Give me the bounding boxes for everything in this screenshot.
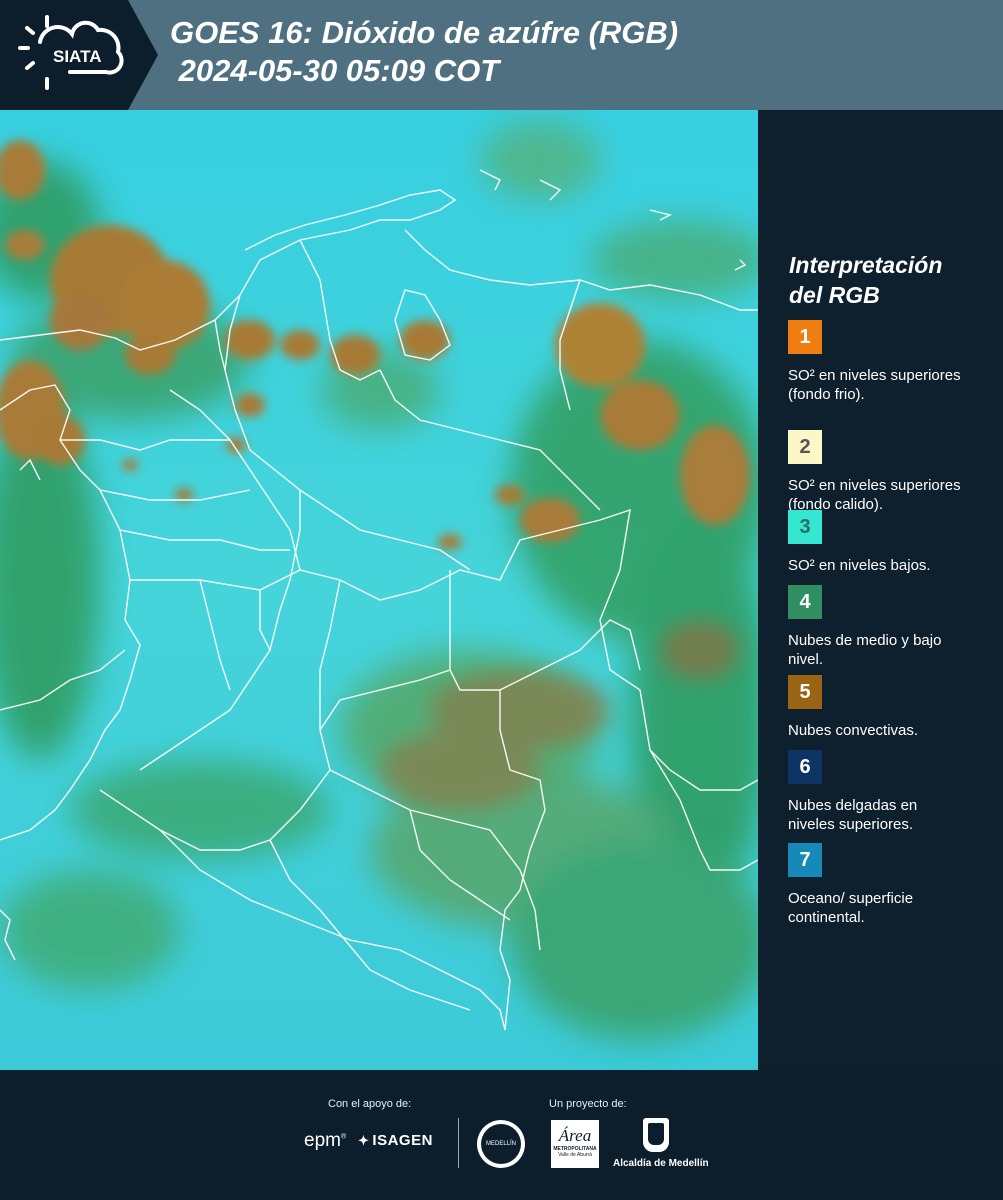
isagen-text: ISAGEN	[372, 1132, 433, 1149]
legend-text: Nubes de medio y bajo nivel.	[788, 632, 942, 668]
area-metropolitana-logo: Área METROPOLITANA Valle de Aburrá	[551, 1120, 599, 1168]
legend-text: Oceano/ superficie continental.	[788, 890, 914, 926]
legend-swatch: 7	[788, 843, 822, 877]
alcaldia-shield-icon	[643, 1118, 669, 1152]
area-text: Área	[558, 1126, 592, 1145]
seal-text: MEDELLÍN	[485, 1141, 516, 1147]
title-line-2: 2024-05-30 05:09 COT	[170, 53, 500, 88]
footer-divider	[458, 1118, 459, 1168]
legend-swatch: 1	[788, 320, 822, 354]
legend-text: Nubes delgadas en niveles superiores.	[788, 797, 918, 833]
legend-item-1: 1 SO² en niveles superiores (fondo frio).	[788, 320, 988, 404]
legend-item-3: 3 SO² en niveles bajos.	[788, 510, 988, 575]
logo-text: SIATA	[53, 47, 101, 66]
legend-text: SO² en niveles bajos.	[788, 557, 931, 574]
page-title: GOES 16: Dióxido de azúfre (RGB) 2024-05…	[170, 14, 678, 90]
legend-swatch: 5	[788, 675, 822, 709]
siata-logo: SIATA	[0, 0, 160, 110]
legend-item-6: 6 Nubes delgadas en niveles superiores.	[788, 750, 988, 834]
medellin-seal-icon: MEDELLÍN	[477, 1120, 525, 1168]
legend-title-line-2: del RGB	[789, 282, 880, 308]
epm-logo: epm®	[304, 1130, 347, 1151]
satellite-map[interactable]	[0, 110, 758, 1070]
project-label: Un proyecto de:	[549, 1098, 627, 1110]
legend-text: SO² en niveles superiores (fondo calido)…	[788, 477, 961, 513]
legend-title: Interpretación del RGB	[789, 250, 989, 310]
footer-bar: Con el apoyo de: Un proyecto de: epm® ✦ I…	[0, 1070, 1003, 1200]
header-bar: SIATA GOES 16: Dióxido de azúfre (RGB) 2…	[0, 0, 1003, 110]
legend-swatch: 2	[788, 430, 822, 464]
legend-swatch: 3	[788, 510, 822, 544]
legend-text: SO² en niveles superiores (fondo frio).	[788, 367, 961, 403]
legend-item-5: 5 Nubes convectivas.	[788, 675, 988, 740]
legend-title-line-1: Interpretación	[789, 252, 943, 278]
area-subtitle-2: Valle de Aburrá	[558, 1152, 592, 1158]
alcaldia-text: Alcaldía de Medellín	[613, 1158, 709, 1169]
legend-text: Nubes convectivas.	[788, 722, 919, 739]
legend-swatch: 6	[788, 750, 822, 784]
isagen-icon: ✦	[358, 1133, 370, 1148]
support-label: Con el apoyo de:	[328, 1098, 412, 1110]
legend-item-2: 2 SO² en niveles superiores (fondo calido…	[788, 430, 988, 514]
legend-swatch: 4	[788, 585, 822, 619]
legend-panel: Interpretación del RGB 1 SO² en niveles s…	[758, 110, 1003, 1070]
epm-text: epm	[304, 1130, 341, 1151]
isagen-logo: ✦ ISAGEN	[358, 1132, 433, 1149]
title-line-1: GOES 16: Dióxido de azúfre (RGB)	[170, 15, 679, 50]
legend-item-4: 4 Nubes de medio y bajo nivel.	[788, 585, 988, 669]
legend-item-7: 7 Oceano/ superficie continental.	[788, 843, 988, 927]
